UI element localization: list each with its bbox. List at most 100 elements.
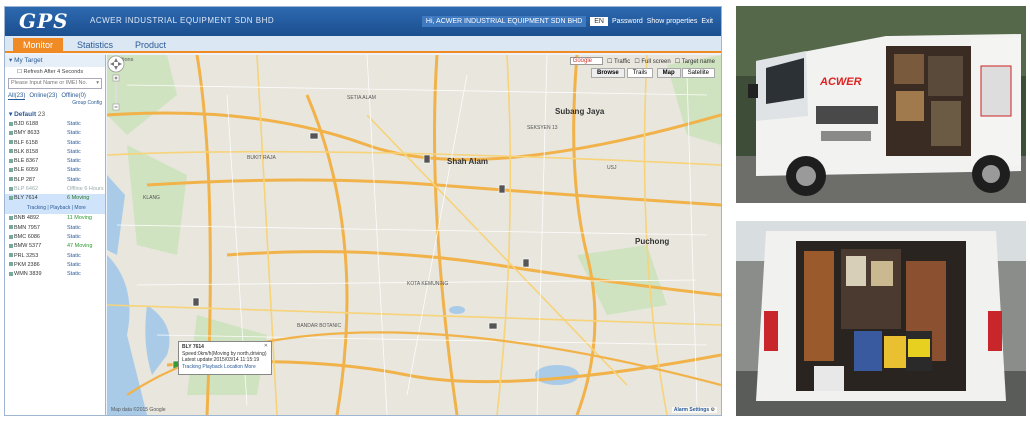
browse-button[interactable]: Browse xyxy=(591,68,625,78)
map-label-bukit: BUKIT RAJA xyxy=(247,155,276,161)
map-label-bandar: BANDAR BOTANIC xyxy=(297,323,342,329)
password-link[interactable]: Password xyxy=(612,18,643,25)
show-properties-link[interactable]: Show properties xyxy=(647,18,698,25)
vehicle-marker[interactable] xyxy=(192,297,200,307)
language-select[interactable]: EN xyxy=(590,16,608,26)
van-cargo-photo xyxy=(736,221,1026,416)
trails-button[interactable]: Trails xyxy=(626,68,654,78)
vehicle-marker[interactable] xyxy=(309,132,319,140)
group-default[interactable]: ▾ Default 23 xyxy=(5,106,105,120)
vehicle-row[interactable]: BLK 8158 Static xyxy=(5,148,105,157)
map-footer: Alarm Settings ⚙ xyxy=(671,407,717,413)
vehicle-row[interactable]: BJD 6188 Static xyxy=(5,120,105,129)
vehicle-row[interactable]: BLE 6059 Static xyxy=(5,166,105,175)
vehicle-icon xyxy=(9,234,13,239)
vehicle-status: Static xyxy=(67,271,81,278)
vehicle-row[interactable]: BMY 8633 Static xyxy=(5,129,105,138)
user-info: Hi, ACWER INDUSTRIAL EQUIPMENT SDN BHD E… xyxy=(421,13,713,29)
tab-product[interactable]: Product xyxy=(125,38,176,53)
vehicle-row[interactable]: BMW 5377 47 Moving xyxy=(5,242,105,251)
vehicle-plate: BLY 7614 xyxy=(14,195,38,202)
vehicle-status: Static xyxy=(67,233,81,240)
vehicle-marker[interactable] xyxy=(488,322,498,330)
map-label-shah-alam: Shah Alam xyxy=(447,157,489,166)
vehicle-icon xyxy=(9,168,13,173)
vehicle-icon xyxy=(9,140,13,145)
map-type-satellite[interactable]: Satellite xyxy=(681,68,715,78)
vehicle-plate: BJD 6188 xyxy=(14,121,39,127)
vehicle-plate: PRL 3253 xyxy=(14,252,39,259)
vehicle-plate: BMN 7957 xyxy=(14,224,40,231)
vehicle-marker[interactable] xyxy=(522,258,530,268)
vehicle-plate: BLE 8367 xyxy=(14,158,39,165)
tab-statistics[interactable]: Statistics xyxy=(67,38,123,53)
map-label-puchong: Puchong xyxy=(635,237,670,246)
vehicle-status: Static xyxy=(67,167,81,174)
vehicle-plate: BLE 6059 xyxy=(14,167,39,174)
exit-link[interactable]: Exit xyxy=(701,18,713,25)
target-name-option[interactable]: ☐ Target name xyxy=(675,58,715,65)
refresh-label: Refresh After 4 Seconds xyxy=(23,69,84,75)
zoom-control[interactable] xyxy=(107,55,125,113)
vehicle-row[interactable]: BMN 7957 Static xyxy=(5,224,105,233)
vehicle-icon xyxy=(9,243,13,248)
vehicle-row[interactable]: PKM 2386 Static xyxy=(5,261,105,270)
vehicle-row[interactable]: BNB 4892 11 Moving xyxy=(5,214,105,223)
vehicle-icon xyxy=(9,186,13,191)
traffic-option[interactable]: ☐ Traffic xyxy=(607,58,630,65)
tab-all[interactable]: All(23) xyxy=(8,93,26,100)
vehicle-row[interactable]: PRL 3253 Static xyxy=(5,252,105,261)
panel-title: My Target xyxy=(14,57,43,64)
vehicle-status: Static xyxy=(67,176,81,183)
tab-offline[interactable]: Offline(0) xyxy=(61,93,86,100)
vehicle-plate: BMW 5377 xyxy=(14,243,42,250)
map-label-seksyen: SEKSYEN 13 xyxy=(527,125,558,131)
chevron-down-icon[interactable]: ▾ xyxy=(96,79,99,88)
vehicle-status: Static xyxy=(67,148,81,155)
search-input[interactable]: Please Input Name or IMEI No. ▾ xyxy=(8,78,102,89)
vehicle-status: Offline 6 Hours xyxy=(67,186,104,193)
van-exterior-photo: ACWER xyxy=(736,6,1026,203)
fullscreen-label: Full screen xyxy=(641,58,671,65)
vehicle-plate: WMN 3839 xyxy=(14,271,42,278)
vehicle-row[interactable]: BMC 6086 Static xyxy=(5,233,105,242)
alarm-settings-link[interactable]: Alarm Settings xyxy=(674,407,709,413)
map-type-buttons: Map Satellite xyxy=(656,68,715,78)
vehicle-status: Static xyxy=(67,224,81,231)
vehicle-row[interactable]: BLY 7614 6 Moving Tracking | Playback | Mo… xyxy=(5,194,105,215)
info-update: Latest update:2015/03/14 11:15:19 xyxy=(182,357,260,363)
vehicle-status: 47 Moving xyxy=(67,243,93,250)
map-view[interactable]: Positions Google ☐ Traffic ☐ Full screen… xyxy=(107,55,721,415)
panel-header[interactable]: ▾ My Target xyxy=(5,55,105,67)
vehicle-status: Static xyxy=(67,261,81,268)
map-label-subang: Subang Jaya xyxy=(555,107,605,116)
fullscreen-option[interactable]: ☐ Full screen xyxy=(634,58,670,65)
map-label-klang: KLANG xyxy=(143,195,160,201)
tab-monitor[interactable]: Monitor xyxy=(13,38,64,53)
vehicle-status: 6 Moving xyxy=(67,195,90,202)
vehicle-icon xyxy=(9,149,13,154)
van-brand-logo: ACWER xyxy=(820,76,862,88)
vehicle-row[interactable]: WMN 3839 Static xyxy=(5,270,105,279)
app-logo[interactable]: GPS xyxy=(19,9,69,33)
vehicle-icon xyxy=(9,195,13,200)
vehicle-row[interactable]: BLP 287 Static xyxy=(5,176,105,185)
vehicle-row[interactable]: BLE 8367 Static xyxy=(5,157,105,166)
map-provider-select[interactable]: Google xyxy=(569,57,604,65)
tab-online[interactable]: Online(23) xyxy=(29,93,57,100)
vehicle-plate: BLK 8158 xyxy=(14,148,39,155)
map-type-map[interactable]: Map xyxy=(656,68,681,78)
info-links[interactable]: Tracking Playback Location More xyxy=(182,364,268,371)
vehicle-marker[interactable] xyxy=(498,184,506,194)
vehicle-row[interactable]: BLF 6158 Static xyxy=(5,139,105,148)
view-buttons: Browse Trails xyxy=(591,68,654,78)
vehicle-icon xyxy=(9,225,13,230)
vehicle-row[interactable]: BLP 6462 Offline 6 Hours xyxy=(5,185,105,194)
group-name: Default xyxy=(14,111,37,118)
vehicle-marker[interactable] xyxy=(423,154,431,164)
vehicle-icon xyxy=(9,158,13,163)
close-icon[interactable]: ✕ xyxy=(264,343,268,350)
vehicle-actions[interactable]: Tracking | Playback | More xyxy=(27,204,86,213)
gps-tracking-app: GPS ACWER INDUSTRIAL EQUIPMENT SDN BHD H… xyxy=(4,6,722,416)
vehicle-status: Static xyxy=(67,252,81,259)
